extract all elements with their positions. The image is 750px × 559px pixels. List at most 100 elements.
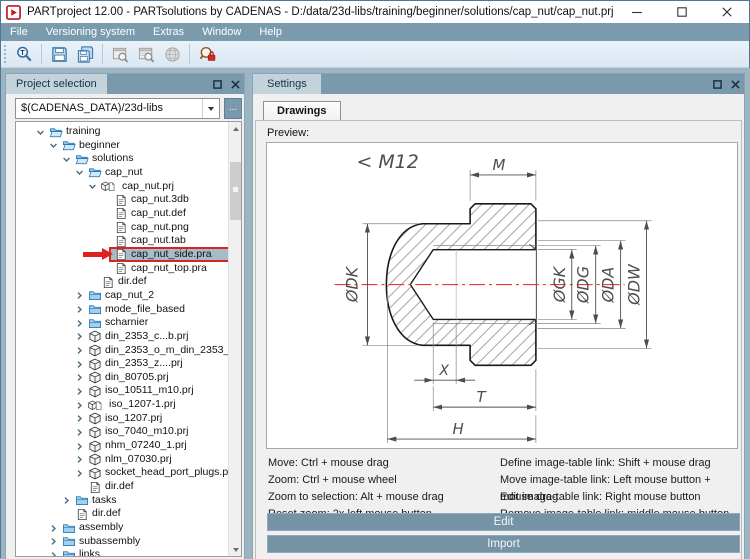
chevron-right-icon[interactable] — [62, 496, 71, 505]
chevron-down-icon[interactable] — [88, 182, 97, 191]
chevron-right-icon[interactable] — [75, 387, 84, 396]
folder-open-icon — [49, 126, 63, 139]
chevron-right-icon[interactable] — [75, 469, 84, 478]
save-icon[interactable] — [47, 43, 71, 66]
tree-item-dir-def[interactable]: dir.def — [16, 275, 228, 289]
tree-item-cap-nut-3db[interactable]: cap_nut.3db — [16, 193, 228, 207]
search-text-icon[interactable]: T — [12, 43, 36, 66]
folder-icon — [88, 303, 102, 316]
dim-da: ØDA — [599, 267, 618, 304]
chevron-down-icon[interactable] — [62, 155, 71, 164]
tree-item-cap-nut-top-pra[interactable]: cap_nut_top.pra — [16, 262, 228, 276]
tree-item-label: subassembly — [79, 534, 141, 547]
tree-item-din-80705-prj[interactable]: din_80705.prj — [16, 371, 228, 385]
float-panel-icon[interactable] — [708, 74, 726, 94]
tree-item-iso-7040-m10-prj[interactable]: iso_7040_m10.prj — [16, 425, 228, 439]
tree-item-links[interactable]: links — [16, 548, 228, 557]
tree-item-din-2353-o-m-din-2353-p-[interactable]: din_2353_o_m_din_2353_p_... — [16, 344, 241, 358]
scroll-thumb[interactable] — [230, 162, 241, 220]
file-icon — [75, 508, 89, 521]
tree-item-label: iso_1207.prj — [105, 411, 163, 424]
scroll-up-icon[interactable] — [229, 122, 241, 135]
chevron-right-icon[interactable] — [49, 537, 58, 546]
chevron-right-icon[interactable] — [75, 401, 84, 410]
chevron-right-icon[interactable] — [75, 373, 84, 382]
file-icon — [114, 194, 128, 207]
tree-item-nhm-07240-1-prj[interactable]: nhm_07240_1.prj — [16, 439, 228, 453]
close-panel-icon[interactable] — [226, 74, 244, 94]
chevron-right-icon[interactable] — [49, 551, 58, 556]
float-panel-icon[interactable] — [208, 74, 226, 94]
chevron-right-icon[interactable] — [75, 346, 84, 355]
tree-item-training[interactable]: training — [16, 125, 228, 139]
tree-item-nlm-07030-prj[interactable]: nlm_07030.prj — [16, 453, 228, 467]
tree-item-mode-file-based[interactable]: mode_file_based — [16, 303, 228, 317]
chevron-right-icon[interactable] — [75, 442, 84, 451]
tree-item-iso-1207-prj[interactable]: iso_1207.prj — [16, 412, 228, 426]
menu-window[interactable]: Window — [193, 23, 250, 41]
import-button[interactable]: Import — [267, 535, 740, 553]
chevron-right-icon[interactable] — [75, 360, 84, 369]
browse-button[interactable]: ... — [224, 98, 242, 119]
scroll-down-icon[interactable] — [229, 543, 241, 556]
help-row: Zoom to selection: Alt + mouse drag Edit … — [268, 489, 735, 506]
project-path-combobox[interactable]: $(CADENAS_DATA)/23d-libs — [15, 98, 220, 119]
title-bar: PARTproject 12.00 - PARTsolutions by CAD… — [1, 1, 749, 23]
tree-item-subassembly[interactable]: subassembly — [16, 535, 228, 549]
close-icon[interactable] — [704, 1, 749, 23]
tree-item-cap-nut[interactable]: cap_nut — [16, 166, 228, 180]
edit-button[interactable]: Edit — [267, 513, 740, 531]
chevron-right-icon[interactable] — [75, 291, 84, 300]
tree-item-solutions[interactable]: solutions — [16, 152, 228, 166]
tree-item-cap-nut-tab[interactable]: cap_nut.tab — [16, 234, 228, 248]
chevron-right-icon[interactable] — [75, 428, 84, 437]
chevron-down-icon[interactable] — [49, 141, 58, 150]
tree-item-cap-nut-side-pra[interactable]: cap_nut_side.pra — [16, 246, 233, 262]
menu-file[interactable]: File — [1, 23, 37, 41]
menu-versioning-system[interactable]: Versioning system — [37, 23, 144, 41]
menu-extras[interactable]: Extras — [144, 23, 193, 41]
tree-item-cap-nut-prj[interactable]: cap_nut.prj — [16, 180, 228, 194]
menu-help[interactable]: Help — [250, 23, 291, 41]
tree-item-cap-nut-def[interactable]: cap_nut.def — [16, 207, 228, 221]
close-panel-icon[interactable] — [726, 74, 744, 94]
tree-item-din-2353-c-b-prj[interactable]: din_2353_c...b.prj — [16, 330, 228, 344]
tree-item-iso-10511-m10-prj[interactable]: iso_10511_m10.prj — [16, 384, 228, 398]
tree-item-socket-head-port-plugs-prj[interactable]: socket_head_port_plugs.prj — [16, 466, 234, 480]
tree-item-assembly[interactable]: assembly — [16, 521, 228, 535]
combo-dropdown-icon[interactable] — [202, 99, 219, 118]
tree-item-cap-nut-png[interactable]: cap_nut.png — [16, 221, 228, 235]
chevron-right-icon[interactable] — [49, 524, 58, 533]
tree-item-beginner[interactable]: beginner — [16, 139, 228, 153]
tree-item-scharnier[interactable]: scharnier — [16, 316, 228, 330]
maximize-icon[interactable] — [659, 1, 704, 23]
file-icon — [114, 235, 128, 248]
tree-item-iso-1207-1-prj[interactable]: iso_1207-1.prj — [16, 398, 228, 412]
preview-label: Preview: — [267, 127, 310, 139]
tree-item-label: links — [79, 548, 101, 557]
chevron-down-icon[interactable] — [36, 128, 45, 137]
tree-item-label: cap_nut_2 — [105, 288, 155, 301]
search-lock-icon[interactable] — [195, 43, 219, 66]
save-all-icon[interactable] — [73, 43, 97, 66]
chevron-right-icon[interactable] — [75, 414, 84, 423]
chevron-right-icon[interactable] — [75, 305, 84, 314]
minimize-icon[interactable] — [614, 1, 659, 23]
app-icon — [6, 4, 21, 20]
tab-drawings[interactable]: Drawings — [263, 101, 341, 121]
tree-item-dir-def[interactable]: dir.def — [16, 507, 228, 521]
tree-item-cap-nut-2[interactable]: cap_nut_2 — [16, 289, 228, 303]
dim-x: X — [438, 363, 449, 379]
tree-item-tasks[interactable]: tasks — [16, 494, 228, 508]
chevron-down-icon[interactable] — [75, 168, 84, 177]
cube-page-icon — [101, 180, 119, 193]
cube-page-icon — [88, 399, 106, 412]
chevron-right-icon[interactable] — [75, 319, 84, 328]
chevron-right-icon[interactable] — [75, 332, 84, 341]
tree-item-dir-def[interactable]: dir.def — [16, 480, 228, 494]
tree-scrollbar[interactable] — [228, 122, 241, 556]
tree-item-din-2353-z-prj[interactable]: din_2353_z....prj — [16, 357, 228, 371]
folder-icon — [88, 317, 102, 330]
chevron-right-icon[interactable] — [75, 455, 84, 464]
drawing-preview[interactable]: < M12 M ØDK ØGK ØDG ØDA ØDW X T H — [266, 142, 738, 449]
